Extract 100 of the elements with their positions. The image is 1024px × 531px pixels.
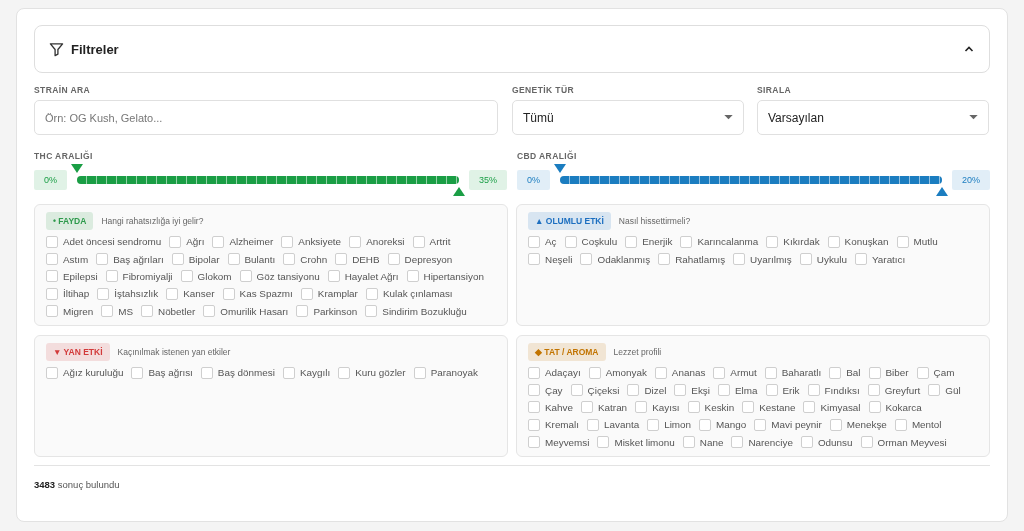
checkbox[interactable] <box>212 235 225 248</box>
checkbox[interactable] <box>46 305 58 318</box>
checkbox[interactable] <box>239 270 252 283</box>
checkbox[interactable] <box>335 253 348 266</box>
checkbox[interactable] <box>829 366 842 379</box>
checkbox[interactable] <box>754 418 767 431</box>
checkbox[interactable] <box>46 287 58 300</box>
checkbox[interactable] <box>387 253 400 266</box>
checkbox[interactable] <box>742 401 755 414</box>
dropdown[interactable]: Tümü <box>512 100 744 135</box>
checkbox[interactable] <box>222 287 235 300</box>
checkbox[interactable] <box>96 253 109 266</box>
slider-handle[interactable] <box>554 164 566 173</box>
checkbox[interactable] <box>227 253 240 266</box>
checkbox[interactable] <box>365 305 378 318</box>
checkbox[interactable] <box>46 270 58 283</box>
checkbox[interactable] <box>282 366 295 379</box>
checkbox[interactable] <box>580 253 593 266</box>
checkbox[interactable] <box>413 366 426 379</box>
checkbox[interactable] <box>855 253 867 266</box>
checkbox[interactable] <box>894 418 907 431</box>
checkbox[interactable] <box>581 401 593 414</box>
slider-handle[interactable] <box>71 164 83 173</box>
checkbox[interactable] <box>799 253 812 266</box>
checkbox[interactable] <box>528 436 540 449</box>
checkbox[interactable] <box>97 287 110 300</box>
checkbox[interactable] <box>764 366 777 379</box>
checkbox[interactable] <box>46 366 58 379</box>
checkbox[interactable] <box>597 436 610 449</box>
checkbox[interactable] <box>713 366 726 379</box>
checkbox[interactable] <box>658 253 671 266</box>
checkbox[interactable] <box>587 418 600 431</box>
option-label: Enerjik <box>642 236 673 248</box>
checkbox[interactable] <box>896 235 909 248</box>
checkbox[interactable] <box>868 366 881 379</box>
checkbox[interactable] <box>718 384 730 397</box>
checkbox[interactable] <box>635 401 648 414</box>
checkbox[interactable] <box>800 436 813 449</box>
checkbox[interactable] <box>528 384 540 397</box>
checkbox[interactable] <box>647 418 660 431</box>
checkbox[interactable] <box>687 401 700 414</box>
checkbox[interactable] <box>283 253 296 266</box>
checkbox[interactable] <box>731 436 744 449</box>
checkbox[interactable] <box>338 366 351 379</box>
checkbox[interactable] <box>860 436 873 449</box>
checkbox[interactable] <box>296 305 309 318</box>
checkbox[interactable] <box>528 401 540 414</box>
checkbox[interactable] <box>765 384 778 397</box>
checkbox[interactable] <box>868 401 881 414</box>
dropdown[interactable]: Varsayılan <box>757 100 989 135</box>
slider-handle[interactable] <box>453 187 465 196</box>
option-label: Crohn <box>300 253 328 265</box>
checkbox[interactable] <box>733 253 746 266</box>
checkbox[interactable] <box>105 270 118 283</box>
checkbox[interactable] <box>570 384 583 397</box>
checkbox[interactable] <box>46 235 58 248</box>
search-field[interactable]: Örn: OG Kush, Gelato... <box>34 100 498 135</box>
checkbox[interactable] <box>928 384 941 397</box>
checkbox[interactable] <box>766 235 779 248</box>
checkbox[interactable] <box>412 235 425 248</box>
checkbox[interactable] <box>46 253 58 266</box>
filter-header[interactable]: Filtreler <box>34 25 990 73</box>
checkbox[interactable] <box>674 384 687 397</box>
checkbox[interactable] <box>203 305 216 318</box>
checkbox[interactable] <box>680 235 693 248</box>
checkbox[interactable] <box>180 270 193 283</box>
checkbox[interactable] <box>365 287 378 300</box>
option-label: Amonyak <box>605 367 647 379</box>
checkbox[interactable] <box>169 235 182 248</box>
checkbox[interactable] <box>627 384 640 397</box>
option-label: Kayısı <box>652 401 680 413</box>
slider-handle[interactable] <box>936 187 948 196</box>
checkbox[interactable] <box>327 270 340 283</box>
checkbox[interactable] <box>803 401 816 414</box>
checkbox[interactable] <box>829 418 842 431</box>
checkbox[interactable] <box>588 366 601 379</box>
checkbox[interactable] <box>406 270 419 283</box>
checkbox[interactable] <box>867 384 880 397</box>
option-label: Mutlu <box>913 236 938 248</box>
checkbox[interactable] <box>200 366 213 379</box>
checkbox[interactable] <box>916 366 929 379</box>
checkbox[interactable] <box>699 418 712 431</box>
checkbox[interactable] <box>528 235 540 248</box>
checkbox[interactable] <box>349 235 362 248</box>
checkbox[interactable] <box>528 418 540 431</box>
checkbox[interactable] <box>171 253 184 266</box>
checkbox[interactable] <box>564 235 577 248</box>
checkbox[interactable] <box>625 235 638 248</box>
checkbox[interactable] <box>528 253 540 266</box>
checkbox[interactable] <box>131 366 144 379</box>
checkbox[interactable] <box>300 287 313 300</box>
checkbox[interactable] <box>281 235 294 248</box>
checkbox[interactable] <box>682 436 695 449</box>
checkbox[interactable] <box>807 384 820 397</box>
checkbox[interactable] <box>166 287 179 300</box>
checkbox[interactable] <box>141 305 153 318</box>
checkbox[interactable] <box>654 366 667 379</box>
checkbox[interactable] <box>528 366 540 379</box>
checkbox[interactable] <box>827 235 840 248</box>
checkbox[interactable] <box>101 305 114 318</box>
